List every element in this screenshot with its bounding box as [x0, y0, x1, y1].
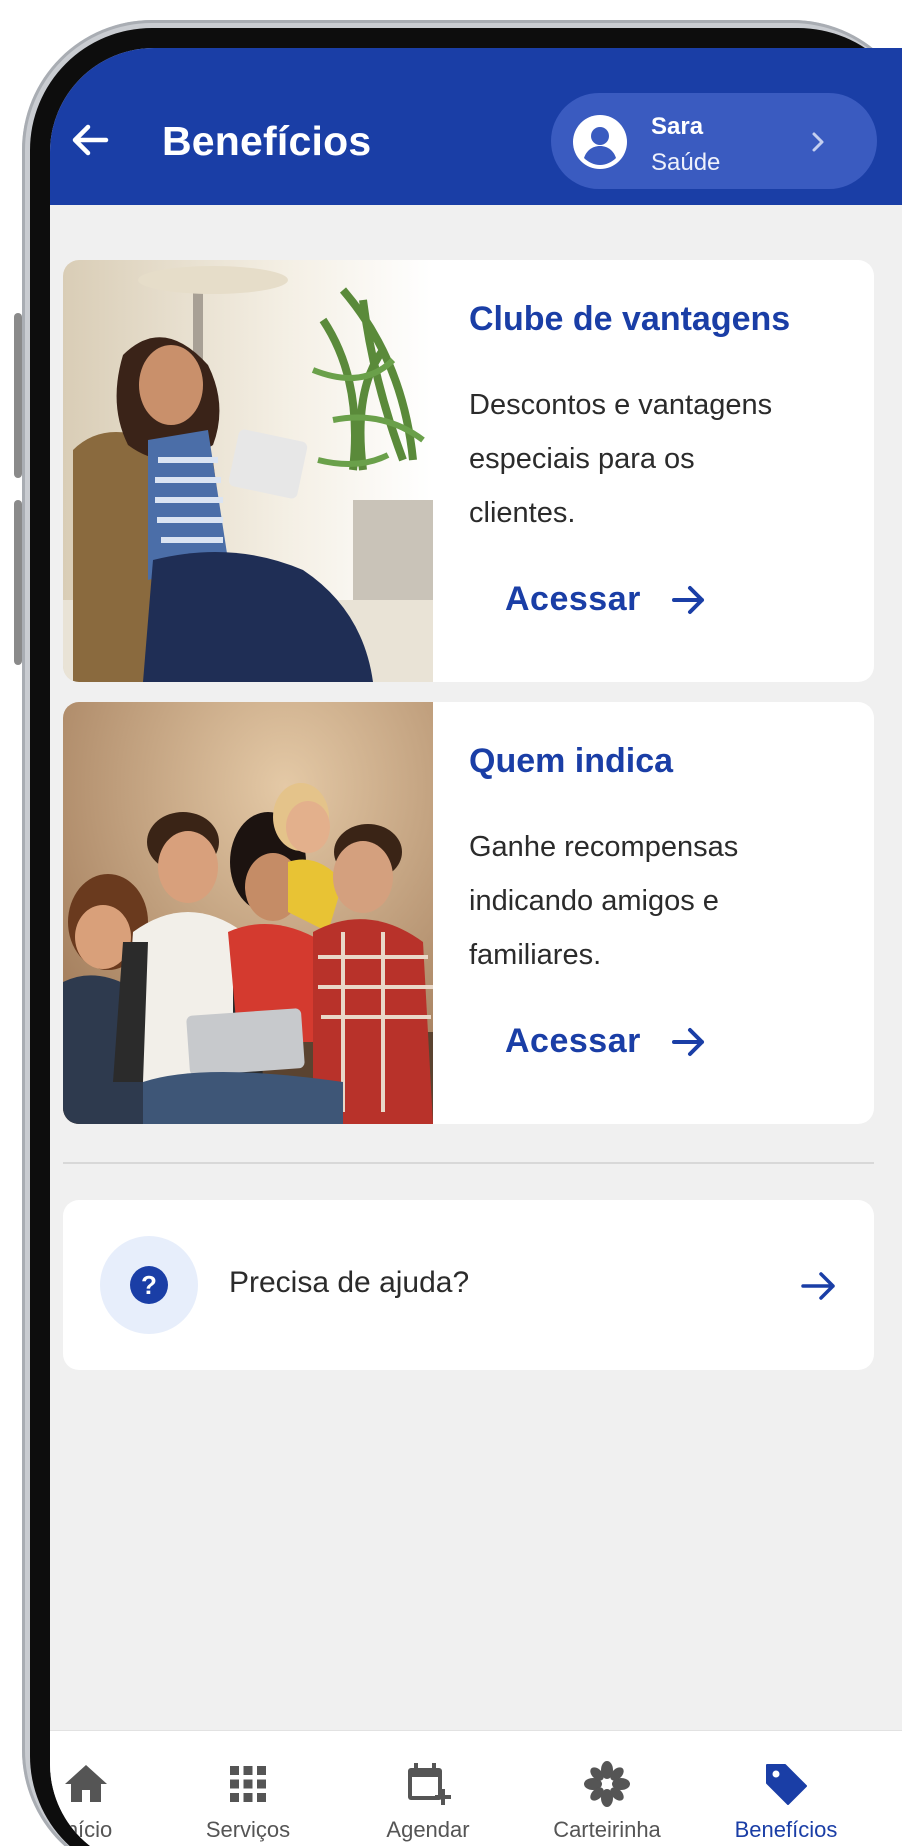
arrow-right-icon: [801, 1272, 835, 1300]
page-title: Benefícios: [162, 118, 372, 164]
profile-name: Sara: [651, 113, 704, 140]
card-icon: [584, 1761, 630, 1807]
card-title: Quem indica: [469, 742, 674, 780]
nav-label: Agendar: [386, 1817, 470, 1842]
back-button[interactable]: [66, 116, 114, 164]
nav-item-beneficios[interactable]: Benefícios: [706, 1731, 866, 1842]
card-description: Descontos e vantagens especiais para os …: [469, 389, 773, 529]
app-header: Benefícios Sara Saúde: [50, 48, 902, 205]
profile-selector[interactable]: Sara Saúde: [551, 93, 877, 189]
avatar-icon: [573, 115, 627, 169]
benefit-card-indica[interactable]: Quem indica Ganhe recompensas indicando …: [63, 702, 874, 1124]
phone-side-button: [14, 500, 22, 665]
chevron-right-icon: [812, 132, 824, 152]
nav-item-inicio[interactable]: Início: [50, 1731, 166, 1842]
profile-plan: Saúde: [651, 149, 721, 176]
tag-icon: [766, 1764, 807, 1805]
access-link[interactable]: Acessar: [505, 1022, 707, 1061]
nav-item-carteirinha[interactable]: Carteirinha: [527, 1731, 687, 1842]
arrow-right-icon: [671, 1027, 704, 1056]
section-divider: [63, 1162, 874, 1164]
arrow-right-icon: [671, 585, 704, 614]
benefit-card-clube[interactable]: Clube de vantagens Descontos e vantagens…: [63, 260, 874, 682]
nav-label: Início: [59, 1817, 113, 1842]
card-photo-friends: [63, 702, 433, 1124]
nav-label: Serviços: [205, 1817, 291, 1842]
access-link-label: Acessar: [505, 580, 641, 618]
help-icon-container: ?: [100, 1236, 198, 1334]
nav-item-servicos[interactable]: Serviços: [168, 1731, 328, 1842]
phone-side-button: [14, 313, 22, 478]
access-link-label: Acessar: [505, 1022, 641, 1060]
arrow-left-icon: [72, 124, 109, 156]
help-label: Precisa de ajuda?: [229, 1266, 470, 1299]
nav-label: Carteirinha: [553, 1817, 661, 1842]
nav-item-agendar[interactable]: Agendar: [348, 1731, 508, 1842]
card-photo-reading: [63, 260, 433, 682]
grid-icon: [230, 1766, 266, 1802]
bottom-navigation: Início Serviços Agendar Carteirinha Bene…: [50, 1730, 902, 1846]
card-description: Ganhe recompensas indicando amigos e fam…: [469, 831, 739, 971]
phone-screen: Benefícios Sara Saúde Clube de vantagens…: [50, 48, 902, 1846]
help-card[interactable]: ? Precisa de ajuda?: [63, 1200, 874, 1370]
calendar-add-icon: [408, 1763, 451, 1805]
access-link[interactable]: Acessar: [505, 580, 707, 619]
question-icon: ?: [130, 1266, 168, 1304]
nav-label: Benefícios: [734, 1817, 838, 1842]
home-icon: [65, 1765, 107, 1802]
card-title: Clube de vantagens: [469, 300, 791, 338]
